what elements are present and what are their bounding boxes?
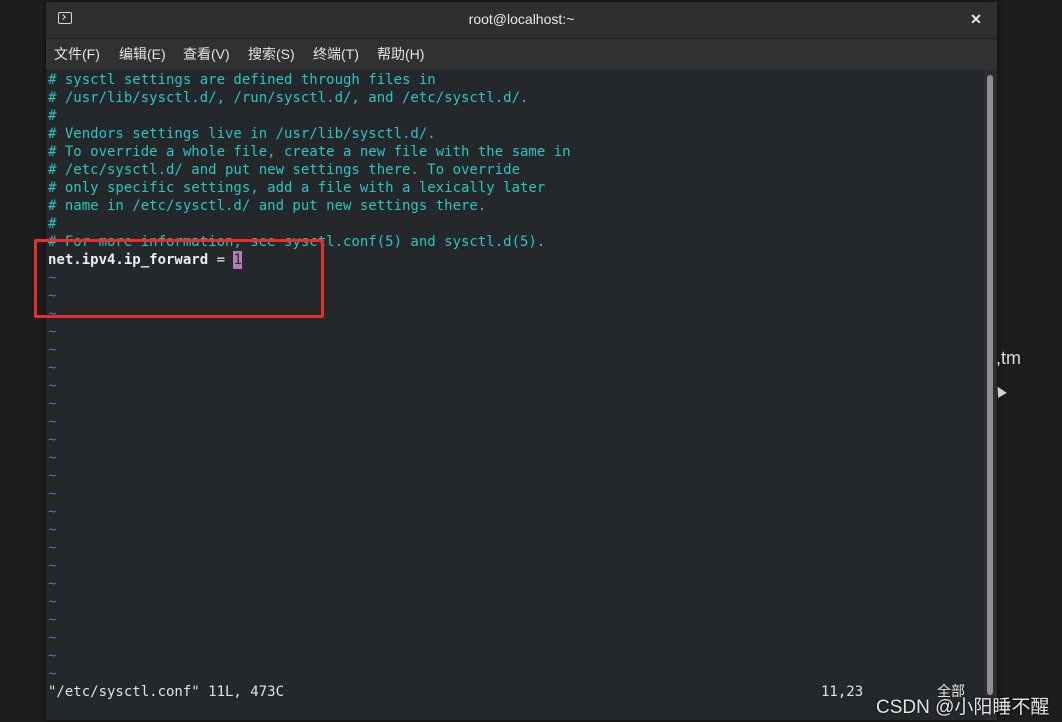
tilde-line: ~ (48, 540, 57, 556)
comment-line: # /etc/sysctl.d/ and put new settings th… (48, 162, 521, 178)
terminal-window: root@localhost:~ ✕ 文件(F) 编辑(E) 查看(V) 搜索(… (46, 2, 997, 720)
menu-edit[interactable]: 编辑(E) (119, 39, 166, 70)
tilde-line: ~ (48, 522, 57, 538)
comment-line: # Vendors settings live in /usr/lib/sysc… (48, 126, 436, 142)
tilde-line: ~ (48, 342, 57, 358)
tilde-line: ~ (48, 612, 57, 628)
menu-search[interactable]: 搜索(S) (248, 39, 295, 70)
menu-help[interactable]: 帮助(H) (377, 39, 424, 70)
status-file: "/etc/sysctl.conf" 11L, 473C (48, 684, 285, 700)
highlight-annotation-box (34, 239, 324, 318)
tilde-line: ~ (48, 324, 57, 340)
scrollbar-thumb[interactable] (987, 75, 993, 695)
desktop-background: root@localhost:~ ✕ 文件(F) 编辑(E) 查看(V) 搜索(… (0, 0, 1062, 722)
title-bar: root@localhost:~ ✕ (46, 2, 997, 39)
terminal-content[interactable]: # sysctl settings are defined through fi… (46, 71, 984, 720)
close-icon[interactable]: ✕ (965, 8, 987, 30)
comment-line: # (48, 216, 57, 232)
comment-line: # /usr/lib/sysctl.d/, /run/sysctl.d/, an… (48, 90, 529, 106)
background-text: ,tm (996, 348, 1021, 368)
tilde-line: ~ (48, 396, 57, 412)
tilde-line: ~ (48, 432, 57, 448)
tilde-line: ~ (48, 378, 57, 394)
tilde-line: ~ (48, 504, 57, 520)
tilde-line: ~ (48, 558, 57, 574)
menu-terminal[interactable]: 终端(T) (313, 39, 359, 70)
watermark: CSDN @小阳睡不醒 (876, 697, 1050, 718)
tilde-line: ~ (48, 666, 57, 682)
tilde-line: ~ (48, 486, 57, 502)
comment-line: # (48, 108, 57, 124)
tilde-line: ~ (48, 648, 57, 664)
comment-line: # To override a whole file, create a new… (48, 144, 571, 160)
tilde-line: ~ (48, 594, 57, 610)
comment-line: # only specific settings, add a file wit… (48, 180, 546, 196)
window-title: root@localhost:~ (468, 11, 575, 27)
scrollbar[interactable] (984, 71, 997, 720)
tilde-line: ~ (48, 360, 57, 376)
tilde-line: ~ (48, 450, 57, 466)
comment-line: # name in /etc/sysctl.d/ and put new set… (48, 198, 487, 214)
tilde-line: ~ (48, 630, 57, 646)
tilde-line: ~ (48, 468, 57, 484)
comment-line: # sysctl settings are defined through fi… (48, 72, 436, 88)
menu-bar: 文件(F) 编辑(E) 查看(V) 搜索(S) 终端(T) 帮助(H) (46, 39, 997, 71)
menu-view[interactable]: 查看(V) (183, 39, 230, 70)
tilde-line: ~ (48, 576, 57, 592)
tilde-line: ~ (48, 414, 57, 430)
status-position: 11,23 (821, 684, 864, 700)
menu-file[interactable]: 文件(F) (54, 39, 100, 70)
